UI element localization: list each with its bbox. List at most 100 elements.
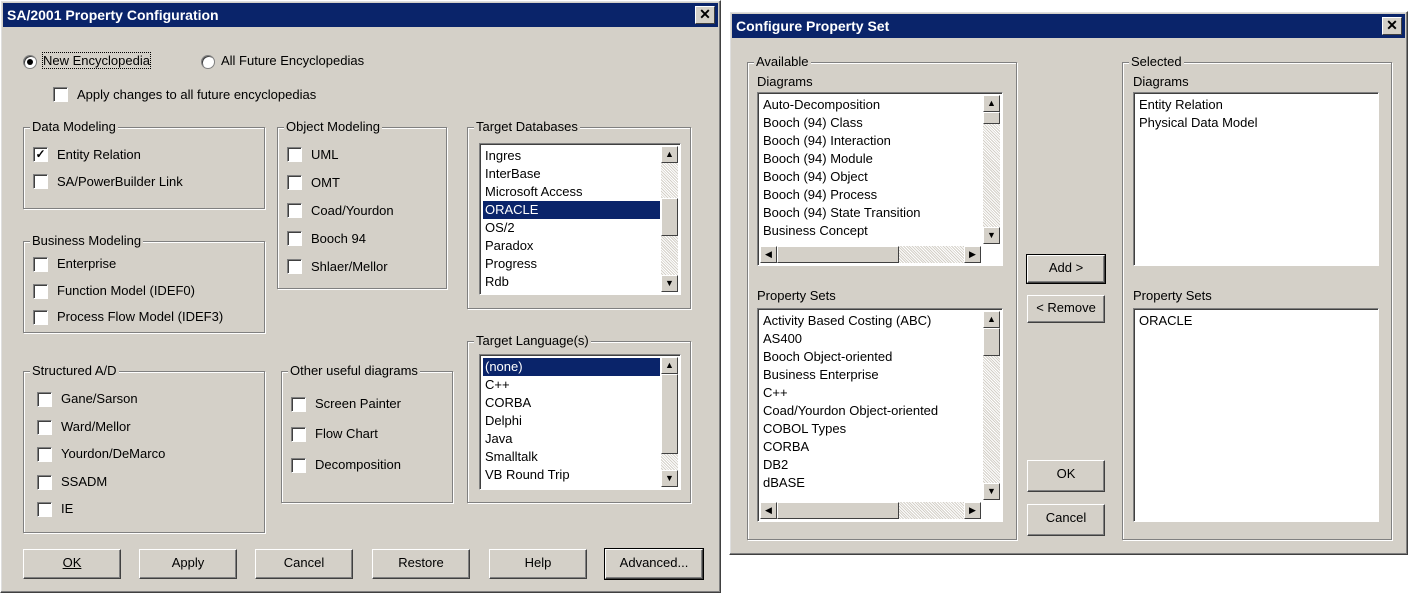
available-property-set-item[interactable]: Booch Object-oriented [761, 348, 982, 366]
database-list-item[interactable]: Ingres [483, 147, 660, 165]
language-list-item[interactable]: Delphi [483, 412, 660, 430]
arrow-down-icon[interactable]: ▼ [983, 227, 1000, 244]
advanced-button[interactable]: Advanced... [604, 548, 704, 580]
uml-checkbox[interactable] [287, 147, 302, 162]
language-list-item[interactable]: VB Round Trip [483, 466, 660, 484]
avail-ps-thumb[interactable] [983, 328, 1000, 356]
ssadm-checkbox[interactable] [37, 475, 52, 490]
arrow-down-icon[interactable]: ▼ [983, 483, 1000, 500]
arrow-right-icon[interactable]: ▶ [964, 502, 981, 519]
close-icon[interactable]: ✕ [1382, 17, 1402, 35]
avail-diag-thumb[interactable] [983, 112, 1000, 124]
powerbuilder-link-checkbox[interactable] [33, 174, 48, 189]
available-diagram-item[interactable]: Booch (94) Class [761, 114, 982, 132]
arrow-down-icon[interactable]: ▼ [661, 470, 678, 487]
entity-relation-checkbox[interactable]: ✓ [33, 147, 48, 162]
available-property-set-item[interactable]: Business Enterprise [761, 366, 982, 384]
arrow-up-icon[interactable]: ▲ [661, 146, 678, 163]
shlaer-mellor-checkbox[interactable] [287, 259, 302, 274]
language-list-item[interactable]: CORBA [483, 394, 660, 412]
available-diagram-item[interactable]: Booch (94) Interaction [761, 132, 982, 150]
available-property-set-item[interactable]: COBOL Types [761, 420, 982, 438]
cancel-button[interactable]: Cancel [1027, 504, 1105, 536]
database-list-item[interactable]: ORACLE [483, 201, 660, 219]
arrow-left-icon[interactable]: ◀ [760, 502, 777, 519]
available-property-set-item[interactable]: C++ [761, 384, 982, 402]
avail-diag-hscroll[interactable]: ◀ ▶ [760, 246, 981, 263]
available-property-sets-list[interactable]: Activity Based Costing (ABC) AS400 Booch O… [757, 308, 1003, 522]
available-property-set-item[interactable]: CORBA [761, 438, 982, 456]
gane-sarson-checkbox[interactable] [37, 392, 52, 407]
help-button[interactable]: Help [489, 549, 587, 579]
ok-button[interactable]: OK [1027, 460, 1105, 492]
selected-property-sets-list[interactable]: ORACLE [1133, 308, 1379, 522]
omt-checkbox[interactable] [287, 175, 302, 190]
language-list-item[interactable]: C++ [483, 376, 660, 394]
available-diagram-item[interactable]: Booch (94) State Transition [761, 204, 982, 222]
available-diagram-item[interactable]: Booch (94) Module [761, 150, 982, 168]
selected-property-set-item[interactable]: ORACLE [1137, 312, 1375, 330]
available-property-set-item[interactable]: DB2 [761, 456, 982, 474]
available-property-set-item[interactable]: Coad/Yourdon Object-oriented [761, 402, 982, 420]
selected-diagram-item[interactable]: Physical Data Model [1137, 114, 1375, 132]
available-property-set-item[interactable]: AS400 [761, 330, 982, 348]
arrow-down-icon[interactable]: ▼ [661, 275, 678, 292]
arrow-up-icon[interactable]: ▲ [661, 357, 678, 374]
selected-diagram-item[interactable]: Entity Relation [1137, 96, 1375, 114]
target-databases-list[interactable]: Ingres InterBase Microsoft Access ORACLE OS/… [479, 143, 681, 295]
flow-chart-checkbox[interactable] [291, 427, 306, 442]
restore-button[interactable]: Restore [372, 549, 470, 579]
lang-scroll-thumb[interactable] [661, 374, 678, 454]
available-property-set-item[interactable]: Activity Based Costing (ABC) [761, 312, 982, 330]
available-diagram-item[interactable]: Booch (94) Process [761, 186, 982, 204]
apply-button[interactable]: Apply [139, 549, 237, 579]
arrow-up-icon[interactable]: ▲ [983, 311, 1000, 328]
database-list-item[interactable]: Microsoft Access [483, 183, 660, 201]
database-list-item[interactable]: OS/2 [483, 219, 660, 237]
function-model-checkbox[interactable] [33, 284, 48, 299]
database-list-item[interactable]: Paradox [483, 237, 660, 255]
db-scroll-thumb[interactable] [661, 198, 678, 236]
database-list-item[interactable]: InterBase [483, 165, 660, 183]
close-icon[interactable]: ✕ [695, 6, 715, 24]
add-button[interactable]: Add > [1026, 254, 1106, 284]
language-list-item[interactable]: Smalltalk [483, 448, 660, 466]
available-diagram-item[interactable]: Auto-Decomposition [761, 96, 982, 114]
booch-94-checkbox[interactable] [287, 231, 302, 246]
cancel-label: Cancel [283, 555, 325, 570]
available-diagram-item[interactable]: Booch (94) Object [761, 168, 982, 186]
all-future-encyclopedias-radio[interactable] [201, 55, 215, 69]
yourdon-demarco-checkbox[interactable] [37, 447, 52, 462]
language-list-item[interactable]: Java [483, 430, 660, 448]
avail-ps-hscroll[interactable]: ◀ ▶ [760, 502, 981, 519]
screen-painter-checkbox[interactable] [291, 397, 306, 412]
available-property-set-item[interactable]: dBASE [761, 474, 982, 492]
decomposition-checkbox[interactable] [291, 458, 306, 473]
arrow-left-icon[interactable]: ◀ [760, 246, 777, 263]
arrow-right-icon[interactable]: ▶ [964, 246, 981, 263]
process-flow-checkbox[interactable] [33, 310, 48, 325]
enterprise-checkbox[interactable] [33, 257, 48, 272]
target-languages-list[interactable]: (none) C++ CORBA Delphi Java Smalltalk VB Roun… [479, 354, 681, 490]
ok-button[interactable]: OK [23, 549, 121, 579]
language-list-item[interactable]: (none) [483, 358, 660, 376]
avail-ps-hthumb[interactable] [777, 502, 899, 519]
remove-button[interactable]: < Remove [1027, 295, 1105, 323]
coad-yourdon-checkbox[interactable] [287, 203, 302, 218]
avail-diag-vscroll[interactable]: ▲ ▼ [983, 95, 1000, 244]
database-list-item[interactable]: Progress [483, 255, 660, 273]
selected-diagrams-list[interactable]: Entity Relation Physical Data Model [1133, 92, 1379, 266]
available-diagrams-list[interactable]: Auto-Decomposition Booch (94) Class Booch … [757, 92, 1003, 266]
ie-checkbox[interactable] [37, 502, 52, 517]
ward-mellor-checkbox[interactable] [37, 420, 52, 435]
lang-scrollbar[interactable]: ▲ ▼ [661, 357, 678, 487]
apply-all-checkbox[interactable] [53, 87, 68, 102]
db-scrollbar[interactable]: ▲ ▼ [661, 146, 678, 292]
avail-diag-hthumb[interactable] [777, 246, 899, 263]
available-diagram-item[interactable]: Business Concept [761, 222, 982, 240]
cancel-button[interactable]: Cancel [255, 549, 353, 579]
database-list-item[interactable]: Rdb [483, 273, 660, 291]
new-encyclopedia-radio[interactable] [23, 55, 37, 69]
avail-ps-vscroll[interactable]: ▲ ▼ [983, 311, 1000, 500]
arrow-up-icon[interactable]: ▲ [983, 95, 1000, 112]
